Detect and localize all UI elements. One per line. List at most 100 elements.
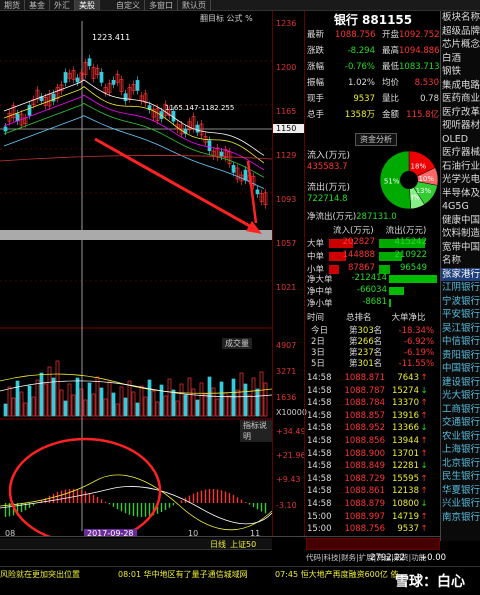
volume-label: 3271 [276,367,297,376]
ticker-item[interactable]: 08:01 华中地区有了量子通信城域网 [118,569,248,580]
corner-tag-1[interactable]: 翻目标 [200,14,224,23]
tab-fund[interactable]: 基金 [25,0,50,11]
tick-row[interactable]: 14:58 1088.861 12138↑ [305,486,441,499]
candle-body [207,140,212,152]
sector-item[interactable]: 宽带中国 [441,241,480,255]
sector-item[interactable]: 农业银行 [441,430,480,444]
sector-item[interactable]: 华夏银行 [441,484,480,498]
sector-item[interactable]: 白酒 [441,52,480,66]
volume-bar [135,402,140,417]
sector-item[interactable]: 南京银行 [441,511,480,525]
tick-row[interactable]: 14:58 1088.952 13366↓ [305,423,441,436]
sector-item[interactable]: 中信银行 [441,335,480,349]
net-value: -66034 [356,285,387,295]
sector-item[interactable]: 江阴银行 [441,281,480,295]
tick-row[interactable]: 14:58 1088.784 13370↑ [305,398,441,411]
func-tab[interactable]: 期货 [394,553,409,562]
corner-tag-3[interactable]: % [245,14,253,23]
sector-item[interactable]: 上海银行 [441,443,480,457]
tick-row[interactable]: 14:58 1088.729 15595↑ [305,474,441,487]
tick-price: 1088.900 [344,448,385,459]
period-tab[interactable]: 日线 [210,539,226,550]
tick-row[interactable]: 14:58 1088.871 7643↑ [305,373,441,386]
sector-item[interactable]: 4G5G [441,200,480,214]
sector-item[interactable]: 工商银行 [441,403,480,417]
tick-row[interactable]: 14:58 1088.849 12281↓ [305,461,441,474]
rank-prefix: 第 [349,359,358,369]
sector-item[interactable]: 饮料制造 [441,227,480,241]
tick-row[interactable]: 14:58 1088.879 10800↓ [305,499,441,512]
tab-futures[interactable]: 期货 [0,0,25,11]
sector-item[interactable]: 中国银行 [441,362,480,376]
tick-price: 1088.849 [344,461,385,472]
tab-multi-window[interactable]: 多窗口 [145,0,178,11]
sector-item[interactable]: 建设银行 [441,376,480,390]
func-tab[interactable]: 财务 [341,553,356,562]
sector-item[interactable]: 钢铁 [441,65,480,79]
flow-header: 流入(万元) 流出(万元) [333,224,441,236]
sector-item[interactable]: 民生银行 [441,470,480,484]
tick-time: 14:58 [307,448,332,459]
sector-item[interactable]: 视听器材 [441,119,480,133]
sector-item[interactable]: 医疗改革 [441,106,480,120]
tick-volume: 13916 [391,410,419,421]
ticker-item[interactable]: 风险就在更加突出位置 [0,569,80,580]
sector-item[interactable]: 交通银行 [441,416,480,430]
func-tab[interactable]: 货运 [376,553,391,562]
tick-row[interactable]: 15:00 1088.997 14719↑ [305,512,441,525]
sector-item[interactable]: 板块名称 [441,11,480,25]
price-axis: 1236 1200 1165 1150 1129 1093 1057 1021 … [272,11,307,536]
sector-item[interactable]: 宁波银行 [441,295,480,309]
tick-direction-icon: ↓ [420,385,428,396]
volume-tab[interactable]: 成交量 [222,338,252,349]
news-ticker[interactable]: 风险就在更加突出位置 08:01 华中地区有了量子通信城域网 07:45 恒大地… [0,566,480,595]
tick-direction-icon: ↓ [420,461,428,472]
tab-default[interactable]: 默认页 [178,0,211,11]
func-tab[interactable]: 功能 [411,553,426,562]
sector-item[interactable]: 平安银行 [441,308,480,322]
volume-bar [95,376,100,417]
candlestick-chart[interactable] [0,11,273,545]
sector-item[interactable]: 兴业银行 [441,497,480,511]
fund-analysis-button[interactable]: 资金分析 [355,133,397,146]
ticker-item[interactable]: 07:45 恒大地产再度融资600亿 依 [275,569,398,580]
tab-custom[interactable]: 自定义 [112,0,145,11]
sector-item[interactable]: 北京银行 [441,457,480,471]
kline-chart-area[interactable]: 翻目标 公式 % 1223.411 1165.147-1182.255 成交量 … [0,11,273,545]
sector-item[interactable]: 超级品牌 [441,25,480,39]
sector-item[interactable]: 医疗器械 [441,146,480,160]
sector-item[interactable]: 张家港行 [441,267,480,281]
sector-item[interactable]: 健康中国 [441,214,480,228]
indicator-tab[interactable]: 指标说明 [240,420,272,442]
sector-item[interactable]: 吴江银行 [441,322,480,336]
func-tab[interactable]: 扩展 [359,553,374,562]
tab-forex[interactable]: 外汇 [50,0,75,11]
func-tab[interactable]: 代码 [306,553,321,562]
sector-list[interactable]: 板块名称 超级品牌 芯片概念 白酒 钢铁 集成电路 医药商业 医疗改革 视听器材 OLED 医疗器械… [440,11,480,541]
sector-item[interactable]: 贵阳银行 [441,349,480,363]
sector-item[interactable]: 医药商业 [441,92,480,106]
sector-item[interactable]: 光学光电 [441,173,480,187]
sector-item[interactable]: 光大银行 [441,389,480,403]
tick-row[interactable]: 14:58 1088.856 13944↑ [305,436,441,449]
mini-chart-strip [306,538,440,550]
tick-row[interactable]: 14:58 1088.900 13701↑ [305,449,441,462]
sector-item[interactable]: 石油行业 [441,160,480,174]
quote-value: -8.294 [347,46,375,56]
corner-tag-2[interactable]: 公式 [227,14,243,23]
volume-bar [171,389,176,417]
tick-row[interactable]: 14:58 1088.787 15274↓ [305,386,441,399]
sector-item[interactable]: OLED [441,133,480,147]
sector-item[interactable]: 芯片概念 [441,38,480,52]
candle-body [219,151,224,157]
func-tab[interactable]: 科技 [324,553,339,562]
sector-item[interactable]: 集成电路 [441,79,480,93]
flow-row: 中单 144888 210922 [305,250,441,263]
tick-row[interactable]: 14:58 1088.857 13916↑ [305,411,441,424]
sector-item[interactable]: 名称 [441,254,480,268]
tab-us-stock[interactable]: 美股 [75,0,100,11]
sector-item[interactable]: 半导体及 [441,187,480,201]
volume-bar [91,393,96,417]
net-value: -212414 [351,273,387,283]
volume-bar [19,391,24,417]
